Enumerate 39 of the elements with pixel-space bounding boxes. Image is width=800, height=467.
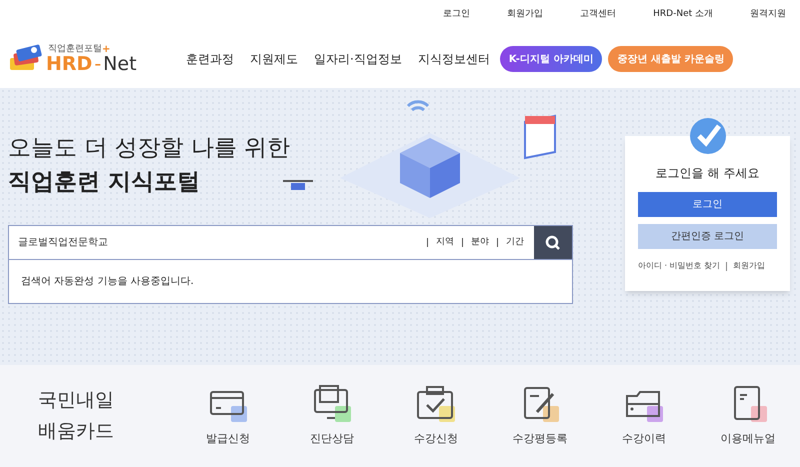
find-account-link[interactable]: 아이디 · 비밀번호 찾기: [638, 260, 720, 272]
card-menu-item[interactable]: 진단상담: [280, 384, 384, 448]
top-link[interactable]: 원격지원: [750, 8, 786, 22]
easy-login-button[interactable]: 간편인증 로그인: [638, 224, 777, 249]
monitor-icon: [311, 384, 353, 424]
logo-dash: -: [94, 54, 102, 74]
filter-button[interactable]: 기간: [506, 236, 524, 250]
nav-link[interactable]: 지식정보센터: [418, 50, 490, 68]
hero-heading: 직업훈련 지식포털: [8, 168, 202, 197]
card-menu-item[interactable]: 수강이력: [592, 384, 696, 448]
logo-subtitle: 직업훈련포털: [48, 44, 102, 54]
login-prompt: 로그인을 해 주세요: [656, 165, 760, 182]
nav-link[interactable]: 지원제도: [250, 50, 298, 68]
nav-highlight-button[interactable]: K-디지털 아카데미: [500, 46, 602, 72]
filter-button[interactable]: 지역: [436, 236, 454, 250]
card-title: 국민내일: [38, 388, 115, 413]
card-menu-item[interactable]: 수강신청: [384, 384, 488, 448]
autocomplete-notice: 검색어 자동완성 기능을 사용중입니다.: [21, 275, 194, 289]
filter-button[interactable]: 분야: [471, 236, 489, 250]
join-link[interactable]: 회원가입: [733, 260, 766, 272]
search-field[interactable]: 글로벌직업전문학교 지역 분야 기간: [8, 225, 573, 260]
top-link[interactable]: 로그인: [443, 8, 470, 22]
nav-link[interactable]: 훈련과정: [186, 50, 234, 68]
logo-plus: +: [102, 44, 110, 54]
card-menu-item[interactable]: 수강평등록: [488, 384, 592, 448]
top-link[interactable]: 회원가입: [507, 8, 544, 22]
hero-heading: 오늘도 더 성장할 나를 위한: [8, 134, 290, 163]
card-title: 배움카드: [38, 419, 115, 444]
search-icon: [545, 234, 561, 250]
logo-text: HRD: [46, 54, 92, 74]
top-link[interactable]: HRD-Net 소개: [653, 8, 713, 22]
logo-text: Net: [103, 54, 137, 74]
top-link[interactable]: 고객센터: [580, 8, 616, 22]
card-menu-item[interactable]: 이용메뉴얼: [696, 384, 800, 448]
search-button[interactable]: [534, 226, 572, 259]
nav-link[interactable]: 일자리·직업정보: [314, 50, 402, 68]
login-button[interactable]: 로그인: [638, 192, 777, 217]
card-menu-item[interactable]: 발급신청: [176, 384, 280, 448]
clipboard-icon: [415, 384, 457, 424]
